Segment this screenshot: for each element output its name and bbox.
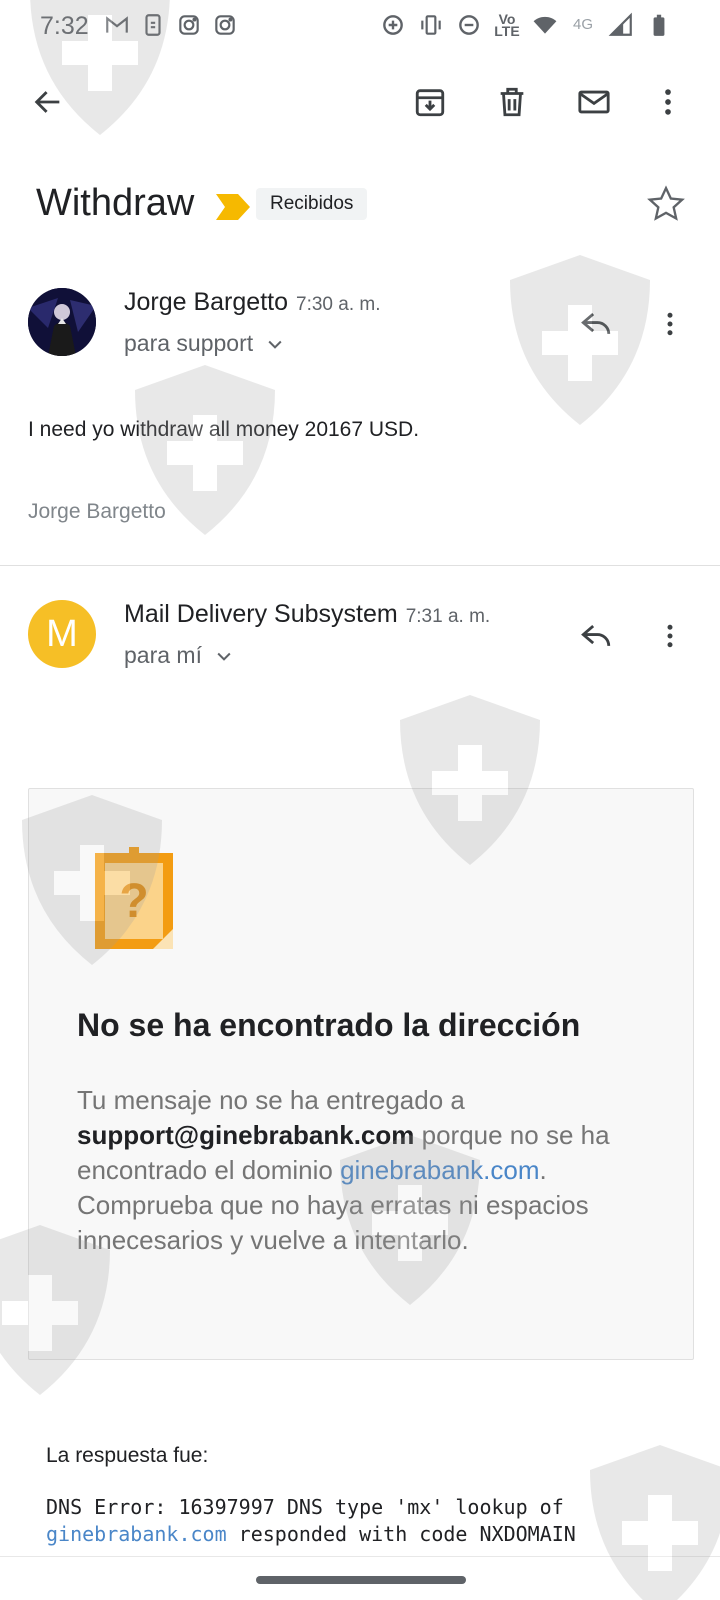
recipient-toggle[interactable]: para support <box>124 330 285 357</box>
message-body: I need yo withdraw all money 20167 USD. <box>28 418 420 441</box>
divider <box>0 1556 720 1557</box>
message-toolbar <box>0 62 720 142</box>
chevron-down-icon <box>217 652 231 661</box>
shield-watermark-icon <box>590 1445 720 1600</box>
svg-text:?: ? <box>119 875 148 928</box>
gesture-navigation-bar[interactable] <box>256 1576 466 1584</box>
bounce-text-part: Tu mensaje no se ha entregado a <box>77 1085 465 1115</box>
wifi-icon <box>532 12 558 38</box>
network-type: 4G <box>572 16 593 33</box>
bounce-title: No se ha encontrado la dirección <box>77 1007 581 1043</box>
battery-icon <box>646 12 672 38</box>
trash-icon <box>500 87 524 117</box>
status-time: 7:32 <box>40 12 89 40</box>
label-chip-inbox[interactable]: Recibidos <box>256 188 368 220</box>
arrow-left-icon <box>34 91 60 113</box>
more-vertical-icon <box>667 312 673 336</box>
mail-icon <box>578 90 610 114</box>
archive-icon <box>415 89 445 117</box>
archive-button[interactable] <box>406 78 454 126</box>
reply-icon <box>581 313 611 335</box>
domain-link[interactable]: ginebrabank.com <box>340 1155 539 1185</box>
data-saver-icon <box>380 12 406 38</box>
sender-name-row: Mail Delivery Subsystem 7:31 a. m. <box>124 600 490 629</box>
chevron-down-icon <box>268 340 282 349</box>
message-more-button[interactable] <box>650 614 690 658</box>
dns-error-rest: responded with code NXDOMAIN <box>226 1522 576 1546</box>
email-subject: Withdraw <box>36 182 195 224</box>
sender-name: Jorge Bargetto <box>124 288 288 316</box>
more-options-button[interactable] <box>644 78 692 126</box>
reply-button[interactable] <box>574 614 618 658</box>
message-signature: Jorge Bargetto <box>28 500 166 523</box>
response-label: La respuesta fue: <box>46 1444 209 1467</box>
recipient-toggle[interactable]: para mí <box>124 642 234 669</box>
avatar[interactable] <box>28 288 96 356</box>
sender-name-row: Jorge Bargetto 7:30 a. m. <box>124 288 381 317</box>
recipient-label: para support <box>124 330 254 356</box>
more-vertical-icon <box>665 89 671 115</box>
message-header[interactable]: M Mail Delivery Subsystem 7:31 a. m. para… <box>0 600 720 700</box>
vibrate-icon <box>418 12 444 38</box>
domain-link[interactable]: ginebrabank.com <box>46 1522 227 1546</box>
dns-error-line: DNS Error: 16397997 DNS type 'mx' lookup… <box>46 1495 564 1519</box>
phone-data-icon <box>140 12 166 38</box>
back-button[interactable] <box>24 78 72 126</box>
status-bar: 7:32 Vo LTE 4G <box>0 0 720 54</box>
system-icons: Vo LTE 4G <box>380 12 672 38</box>
recipient-email: support@ginebrabank.com <box>77 1120 415 1150</box>
volte-icon: Vo LTE <box>494 11 520 39</box>
dns-error-line: ginebrabank.com responded with code NXDO… <box>46 1522 576 1546</box>
signal-icon <box>608 12 634 38</box>
important-marker-icon[interactable] <box>216 194 250 220</box>
message-more-button[interactable] <box>650 302 690 346</box>
recipient-label: para mí <box>124 642 202 668</box>
sender-name: Mail Delivery Subsystem <box>124 600 398 628</box>
reply-button[interactable] <box>574 302 618 346</box>
divider <box>0 565 720 566</box>
delete-button[interactable] <box>488 78 536 126</box>
mark-unread-button[interactable] <box>570 78 618 126</box>
do-not-disturb-icon <box>456 12 482 38</box>
more-vertical-icon <box>667 624 673 648</box>
notification-icons <box>104 12 238 38</box>
avatar[interactable]: M <box>28 600 96 668</box>
message-header[interactable]: Jorge Bargetto 7:30 a. m. para support <box>0 288 720 388</box>
bounce-message: Tu mensaje no se ha entregado a support@… <box>77 1083 647 1258</box>
delivery-failure-card: ? No se ha encontrado la dirección Tu me… <box>28 788 694 1360</box>
star-icon[interactable] <box>646 184 686 224</box>
subject-row: Withdraw Recibidos <box>36 180 696 236</box>
message-time: 7:30 a. m. <box>296 294 381 315</box>
message-time: 7:31 a. m. <box>405 606 491 627</box>
reply-icon <box>581 625 611 647</box>
instagram-icon <box>212 12 238 38</box>
instagram-icon <box>176 12 202 38</box>
unknown-address-icon: ? <box>95 847 173 949</box>
gmail-icon <box>104 12 130 38</box>
